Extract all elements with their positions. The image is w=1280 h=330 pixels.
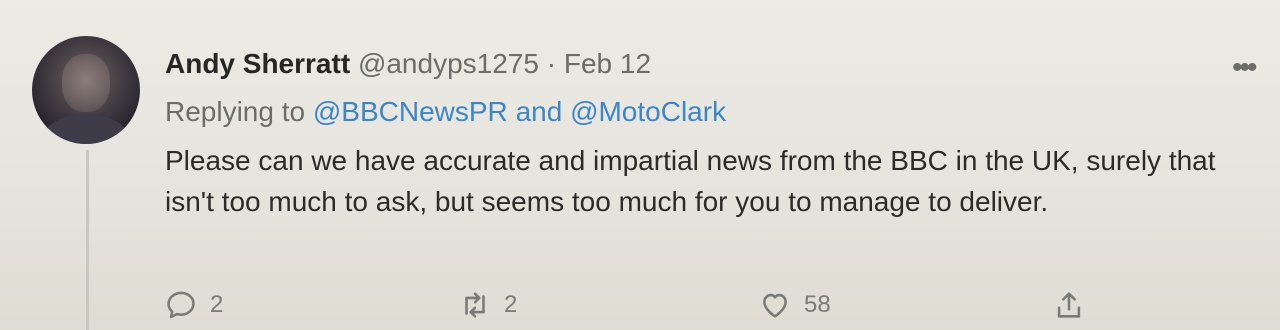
retweet-icon	[465, 292, 485, 318]
author-handle[interactable]: @andyps1275	[358, 48, 539, 79]
avatar[interactable]	[32, 36, 140, 144]
share-icon	[1057, 292, 1081, 318]
reply-icon	[167, 291, 195, 319]
separator-dot: ·	[546, 48, 557, 79]
mention-link-bbcnewspr[interactable]: @BBCNewsPR	[313, 96, 508, 127]
mention-link-motoclark[interactable]: @MotoClark	[570, 96, 726, 127]
like-count: 58	[804, 291, 831, 318]
reply-button[interactable]: 2	[164, 285, 223, 325]
reply-count: 2	[210, 291, 224, 318]
share-button[interactable]	[1052, 285, 1098, 325]
tweet-text: Please can we have accurate and impartia…	[165, 145, 1216, 217]
replying-to: Replying to @BBCNewsPR and @MotoClark	[165, 92, 726, 132]
avatar-shoulders	[40, 114, 132, 144]
retweet-count: 2	[504, 291, 518, 318]
tweet-card[interactable]: Andy Sherratt @andyps1275 · Feb 12 ••• R…	[0, 0, 1280, 330]
replying-and: and	[515, 96, 563, 127]
tweet-date[interactable]: Feb 12	[564, 48, 651, 79]
author-name[interactable]: Andy Sherratt	[165, 48, 350, 79]
retweet-button[interactable]: 2	[458, 285, 517, 325]
replying-prefix: Replying to	[165, 96, 306, 127]
action-bar: 2 2 58	[0, 285, 1280, 325]
like-button[interactable]: 58	[758, 285, 831, 325]
more-icon[interactable]: •••	[1232, 53, 1257, 83]
heart-icon	[763, 293, 787, 318]
avatar-face	[62, 54, 110, 112]
tweet-header: Andy Sherratt @andyps1275 · Feb 12	[165, 44, 651, 84]
